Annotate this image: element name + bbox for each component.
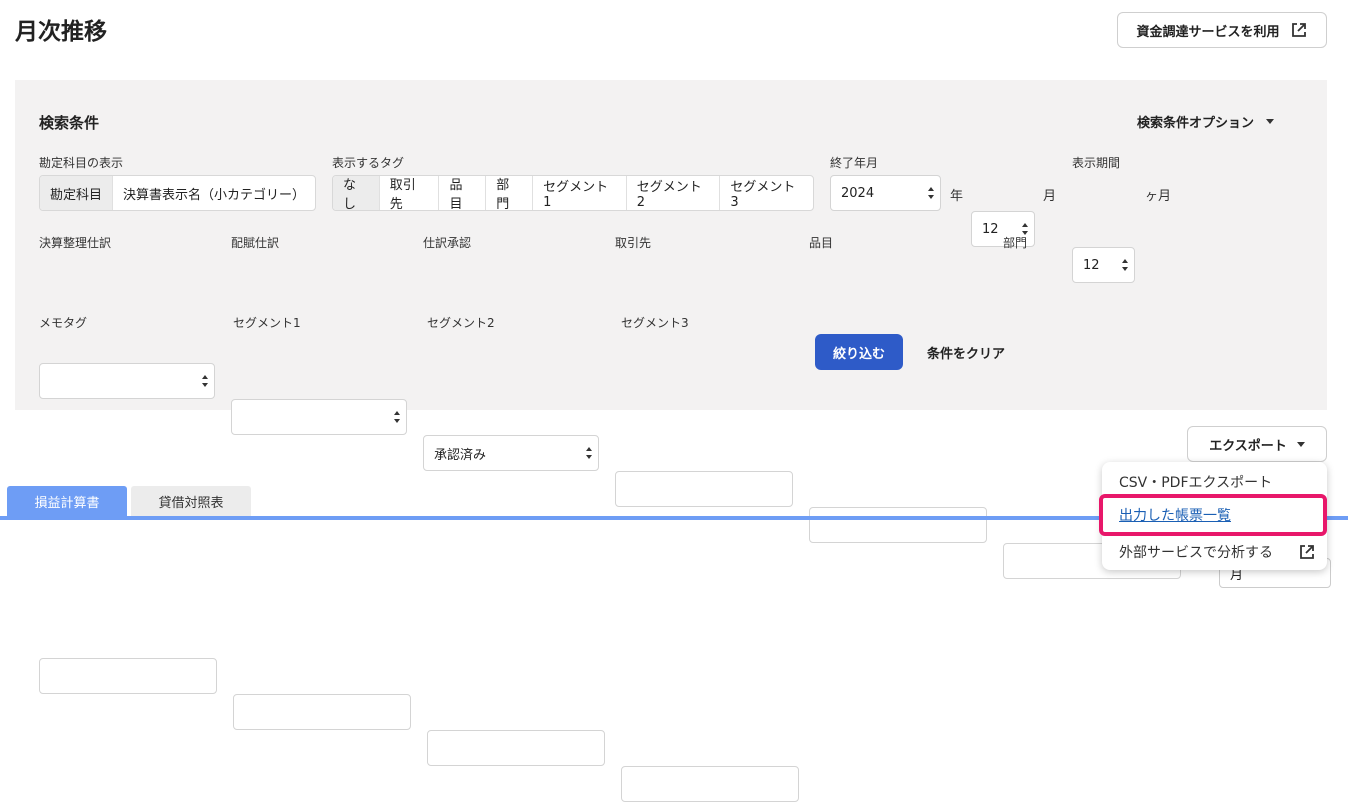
memo-tag-label: メモタグ (39, 316, 88, 330)
tag-option-partner[interactable]: 取引先 (380, 176, 440, 210)
external-link-icon (1300, 545, 1314, 559)
tag-option-segment1[interactable]: セグメント1 (533, 176, 627, 210)
select-arrows-icon (202, 375, 208, 387)
tag-option-item[interactable]: 品目 (439, 176, 487, 210)
tag-option-department[interactable]: 部門 (486, 176, 534, 210)
partner-label: 取引先 (615, 236, 652, 250)
tag-option-segment3[interactable]: セグメント3 (720, 176, 813, 210)
caret-down-icon (1296, 441, 1305, 447)
export-button[interactable]: エクスポート (1187, 426, 1327, 462)
partner-input[interactable] (615, 471, 793, 507)
end-year-value: 2024 (841, 185, 875, 201)
search-options-label: 検索条件オプション (1137, 116, 1255, 131)
select-arrows-icon (394, 411, 400, 423)
display-period-unit: ヶ月 (1145, 189, 1172, 204)
select-arrows-icon (586, 447, 592, 459)
account-display-label: 勘定科目の表示 (39, 156, 124, 170)
caret-down-icon (1266, 119, 1275, 124)
tab-income-statement[interactable]: 損益計算書 (7, 486, 127, 516)
allocation-entries-label: 配賦仕訳 (231, 236, 280, 250)
display-period-select[interactable]: 12 (1072, 247, 1135, 283)
account-display-option-statement[interactable]: 決算書表示名（小カテゴリー） (113, 176, 315, 210)
tag-option-segment2[interactable]: セグメント2 (627, 176, 721, 210)
account-display-option-account[interactable]: 勘定科目 (40, 176, 114, 210)
segment3-label: セグメント3 (621, 316, 689, 330)
department-label: 部門 (1003, 236, 1028, 250)
segment1-label: セグメント1 (233, 316, 301, 330)
export-label: エクスポート (1209, 438, 1287, 454)
tab-balance-sheet[interactable]: 貸借対照表 (131, 486, 251, 516)
closing-entries-select[interactable] (39, 363, 215, 399)
item-label: 品目 (809, 236, 834, 250)
search-panel-title: 検索条件 (39, 114, 100, 132)
select-arrows-icon (928, 187, 934, 199)
display-period-value: 12 (1083, 257, 1100, 273)
external-link-icon (1291, 23, 1306, 37)
tag-display-toggle: なし 取引先 品目 部門 セグメント1 セグメント2 セグメント3 (332, 175, 814, 211)
funding-service-label: 資金調達サービスを利用 (1136, 24, 1280, 40)
funding-service-button[interactable]: 資金調達サービスを利用 (1117, 12, 1327, 48)
segment2-label: セグメント2 (427, 316, 495, 330)
allocation-entries-select[interactable] (231, 399, 407, 435)
tag-display-label: 表示するタグ (332, 156, 405, 170)
select-arrows-icon (1122, 259, 1128, 271)
filter-button[interactable]: 絞り込む (815, 334, 903, 370)
segment2-input[interactable] (427, 730, 605, 766)
approval-label: 仕訳承認 (423, 236, 472, 250)
tag-option-none[interactable]: なし (333, 176, 380, 210)
end-month-value: 12 (982, 221, 999, 237)
year-unit: 年 (950, 189, 964, 204)
month-unit: 月 (1043, 189, 1057, 204)
display-period-label: 表示期間 (1072, 156, 1121, 170)
closing-entries-label: 決算整理仕訳 (39, 236, 112, 250)
search-options-toggle[interactable]: 検索条件オプション (1137, 112, 1275, 131)
account-display-toggle: 勘定科目 決算書表示名（小カテゴリー） (39, 175, 316, 211)
clear-conditions-button[interactable]: 条件をクリア (927, 343, 1005, 362)
memo-tag-input[interactable] (39, 658, 217, 694)
highlight-box (1099, 494, 1327, 536)
external-analysis-label: 外部サービスで分析する (1119, 545, 1273, 561)
page-title: 月次推移 (15, 19, 107, 45)
search-panel: 検索条件 検索条件オプション 勘定科目の表示 勘定科目 決算書表示名（小カテゴリ… (15, 80, 1327, 802)
item-input[interactable] (809, 507, 987, 543)
approval-value: 承認済み (434, 447, 487, 463)
segment1-input[interactable] (233, 694, 411, 730)
segment3-input[interactable] (621, 766, 799, 802)
export-menu-external-analysis[interactable]: 外部サービスで分析する (1102, 536, 1327, 568)
end-year-select[interactable]: 2024 (830, 175, 941, 211)
end-period-label: 終了年月 (830, 156, 879, 170)
approval-select[interactable]: 承認済み (423, 435, 599, 471)
